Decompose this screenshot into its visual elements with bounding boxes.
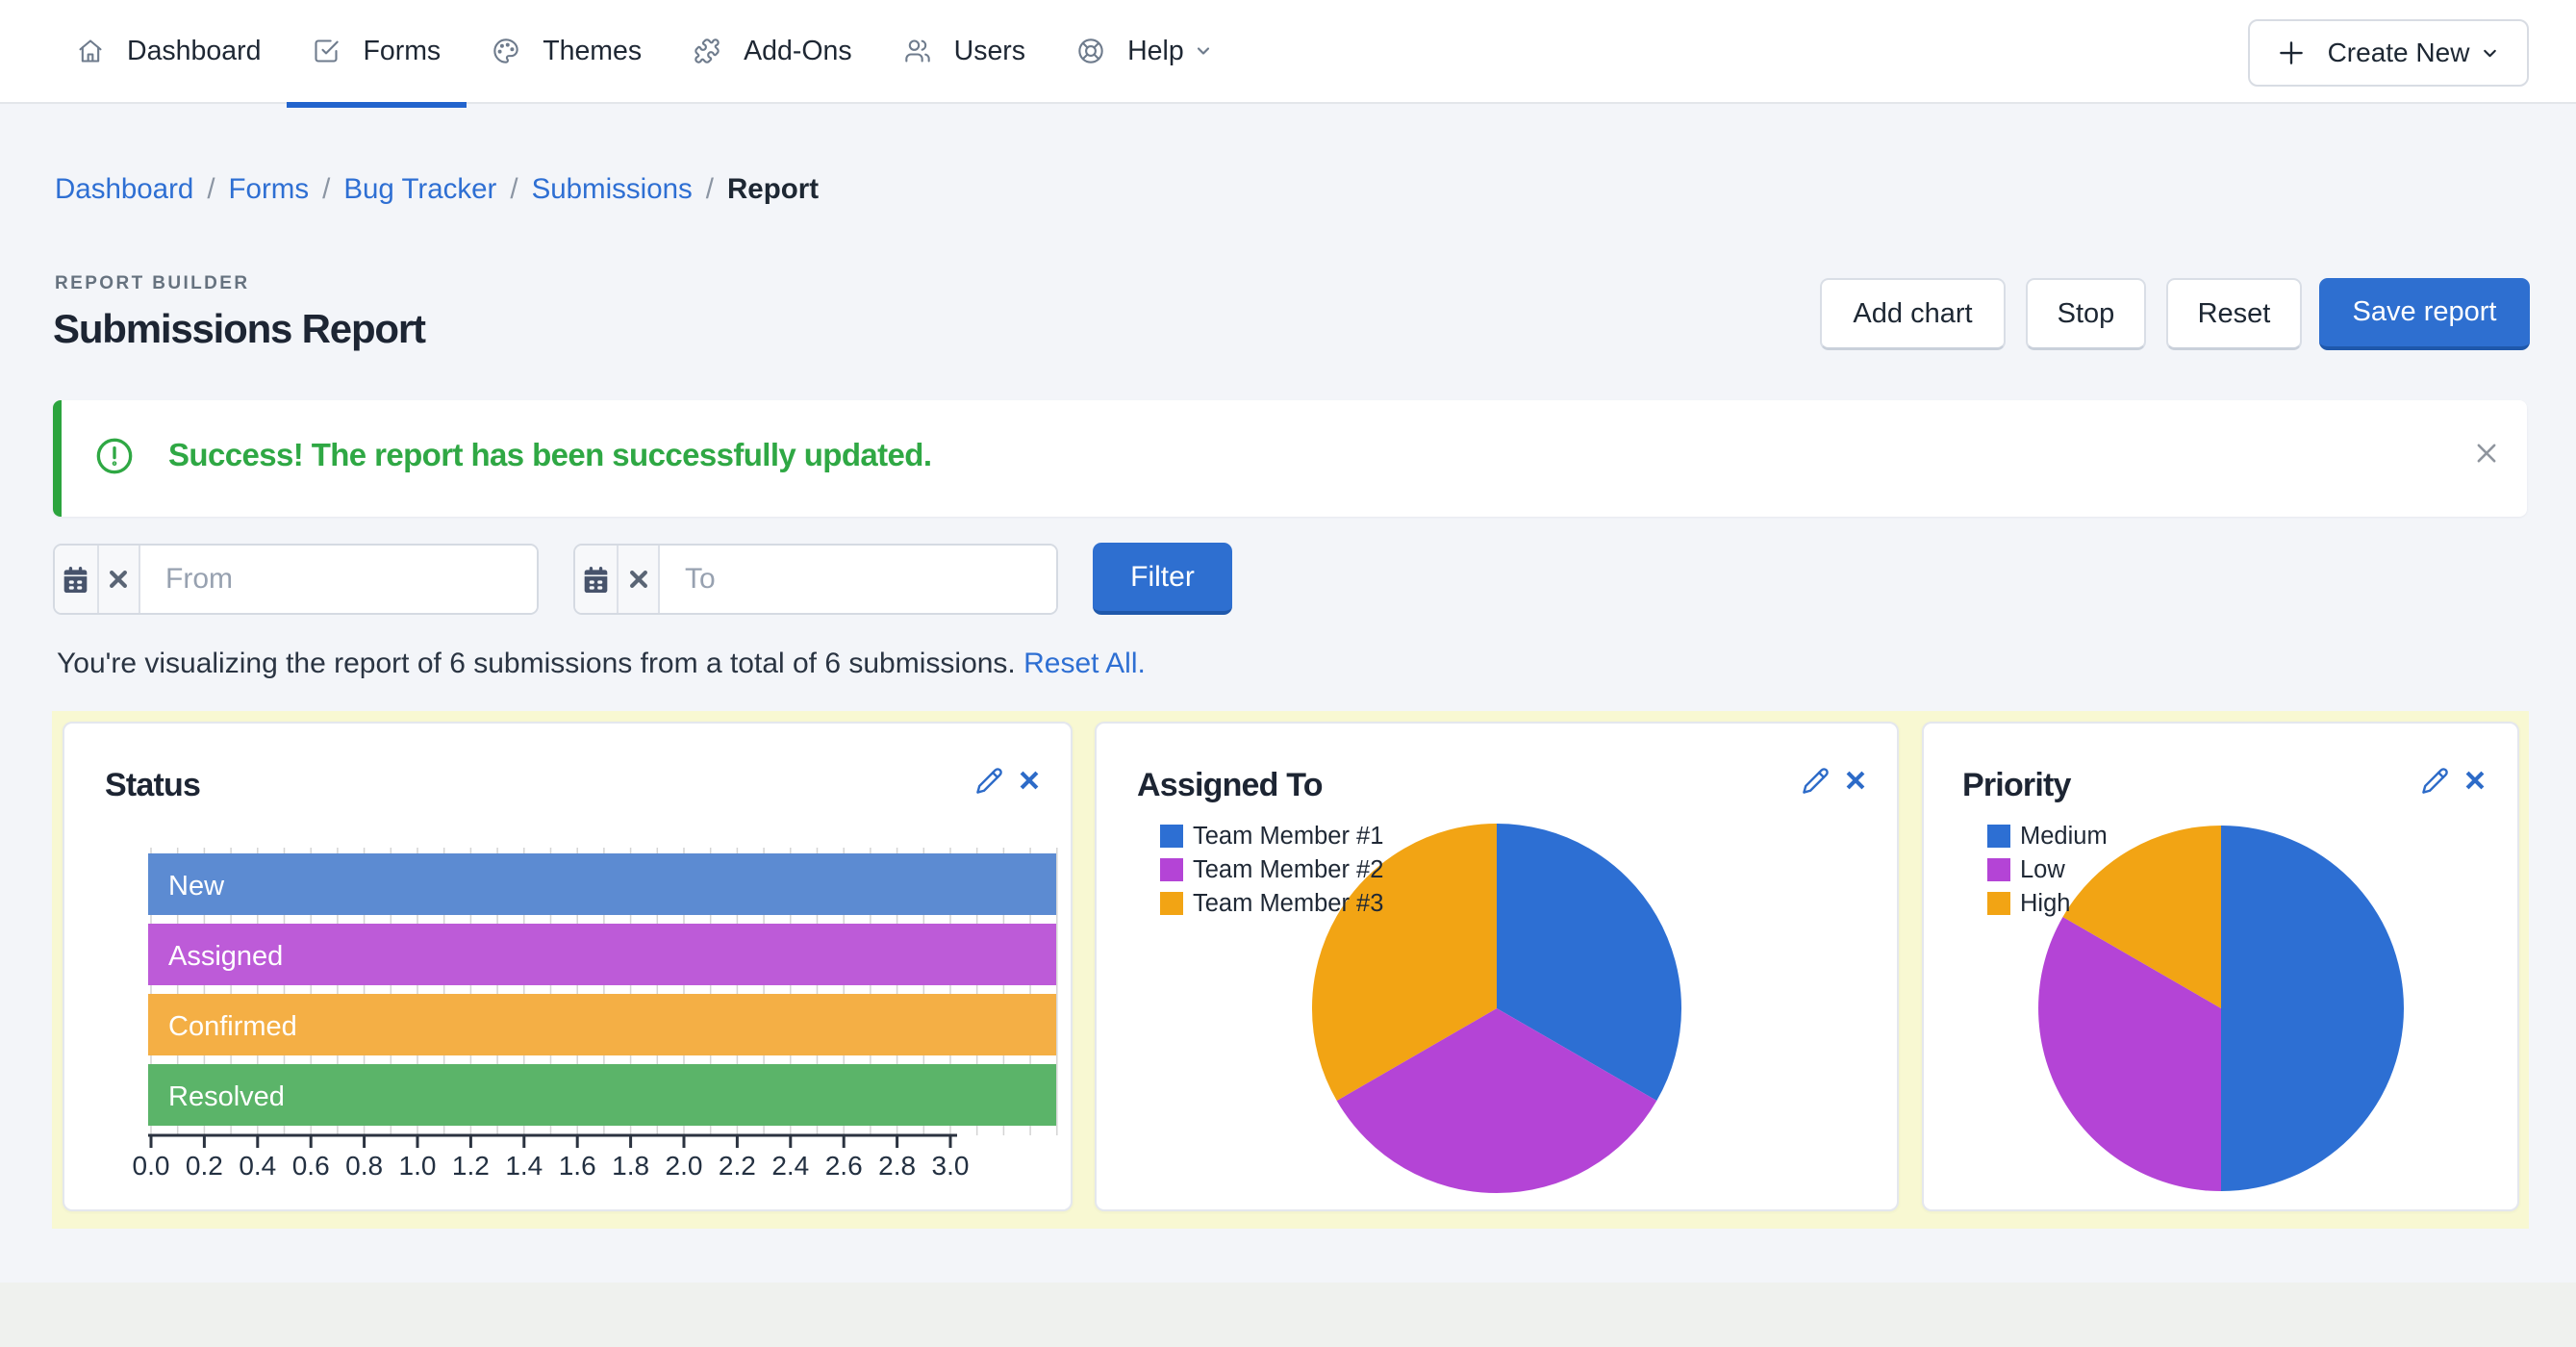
svg-text:2.8: 2.8 [878, 1151, 916, 1181]
svg-text:1.8: 1.8 [612, 1151, 649, 1181]
svg-text:0.0: 0.0 [133, 1151, 170, 1181]
svg-text:2.6: 2.6 [825, 1151, 863, 1181]
svg-text:0.4: 0.4 [239, 1151, 276, 1181]
svg-text:0.8: 0.8 [345, 1151, 383, 1181]
svg-text:1.0: 1.0 [399, 1151, 437, 1181]
svg-text:New: New [168, 871, 225, 902]
svg-text:1.4: 1.4 [505, 1151, 543, 1181]
svg-text:3.0: 3.0 [932, 1151, 970, 1181]
svg-text:0.6: 0.6 [292, 1151, 330, 1181]
svg-text:Confirmed: Confirmed [168, 1011, 297, 1042]
svg-text:1.2: 1.2 [452, 1151, 490, 1181]
svg-text:Assigned: Assigned [168, 941, 283, 972]
svg-text:2.0: 2.0 [666, 1151, 703, 1181]
svg-text:2.2: 2.2 [719, 1151, 756, 1181]
svg-text:2.4: 2.4 [771, 1151, 809, 1181]
svg-text:1.6: 1.6 [559, 1151, 596, 1181]
svg-text:0.2: 0.2 [186, 1151, 223, 1181]
svg-text:Resolved: Resolved [168, 1081, 285, 1112]
